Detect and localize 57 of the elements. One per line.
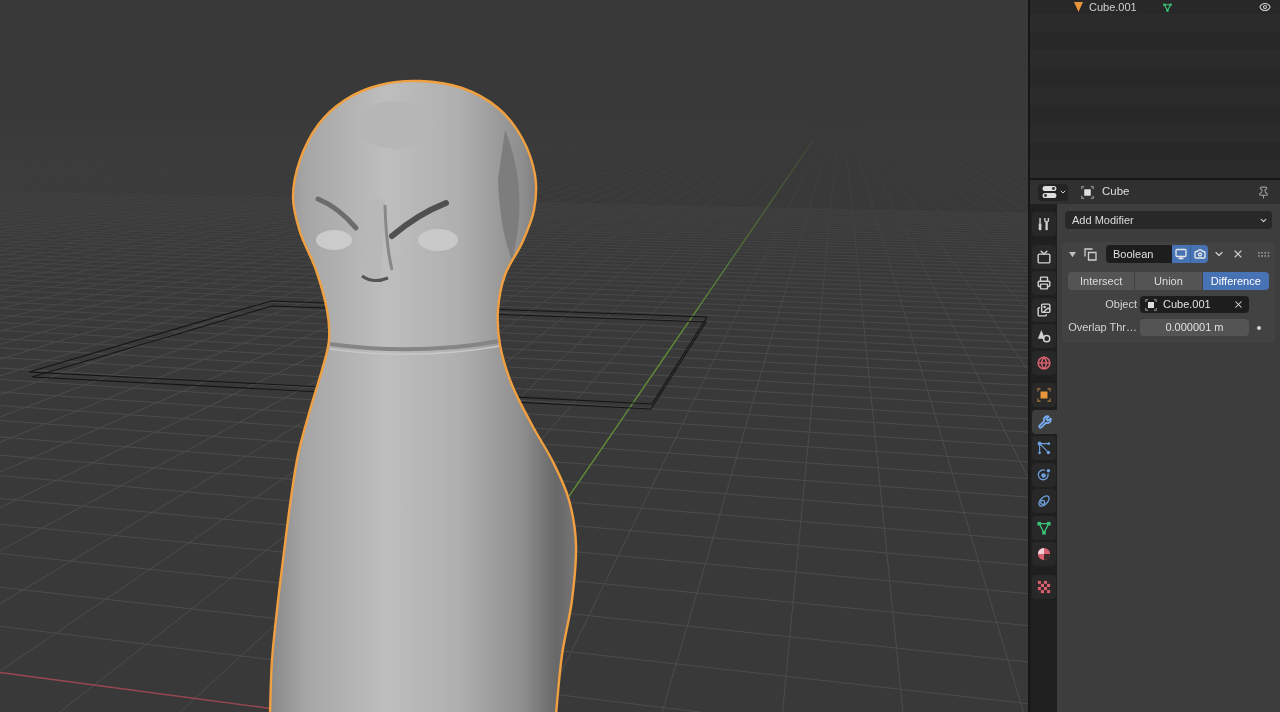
printer-icon xyxy=(1037,276,1051,290)
close-icon[interactable] xyxy=(1233,299,1244,310)
toggles-icon xyxy=(1042,186,1057,198)
properties-tab[interactable] xyxy=(1032,436,1056,460)
properties-tab[interactable] xyxy=(1032,271,1056,295)
operation-button[interactable]: Union xyxy=(1135,272,1202,290)
orbit-icon xyxy=(1037,467,1051,482)
triangle-icon xyxy=(1074,2,1083,12)
properties-tab[interactable] xyxy=(1032,542,1056,566)
nodes-icon xyxy=(1037,441,1051,455)
overlapping-squares-icon xyxy=(1084,247,1097,261)
add-modifier-dropdown[interactable]: Add Modifier xyxy=(1065,211,1272,229)
dot-icon[interactable] xyxy=(1257,325,1261,330)
drag-handle-icon[interactable] xyxy=(1258,251,1270,257)
number-field[interactable]: 0.000001 m xyxy=(1140,319,1249,336)
properties-tab[interactable] xyxy=(1032,324,1056,348)
properties-tab[interactable] xyxy=(1032,212,1056,236)
properties-tab[interactable] xyxy=(1032,574,1056,599)
images-icon xyxy=(1037,302,1051,317)
chevron-icon xyxy=(1059,188,1067,196)
modifier-name-field[interactable]: Boolean xyxy=(1106,245,1172,263)
object-name: Cube xyxy=(1102,184,1130,200)
wrench-icon xyxy=(1037,414,1052,429)
editor-type-button[interactable] xyxy=(1038,183,1068,201)
sphere-icon xyxy=(1037,547,1051,561)
square-icon xyxy=(1081,185,1094,199)
object-field[interactable]: Cube.001 xyxy=(1140,296,1249,313)
screwdriver-wrench-icon xyxy=(1037,217,1051,231)
properties-tab[interactable] xyxy=(1032,244,1056,269)
camera-icon xyxy=(1193,248,1206,260)
properties-tab[interactable] xyxy=(1032,515,1056,540)
checkerboard-icon xyxy=(1037,579,1051,594)
cone-sphere-icon xyxy=(1037,329,1051,343)
field-label: Object xyxy=(1104,297,1137,313)
triangle-vertices-icon xyxy=(1162,2,1172,12)
globe-icon xyxy=(1037,355,1051,370)
close-icon[interactable] xyxy=(1232,248,1244,260)
properties-tab[interactable] xyxy=(1032,297,1056,322)
operation-button[interactable]: Intersect xyxy=(1068,272,1135,290)
square-icon xyxy=(1145,298,1157,311)
properties-tab[interactable] xyxy=(1032,350,1056,375)
pin-icon[interactable] xyxy=(1257,185,1270,199)
eye-icon[interactable] xyxy=(1259,1,1271,13)
link-icon xyxy=(1037,494,1051,508)
monitor-icon xyxy=(1175,248,1187,260)
properties-tab[interactable] xyxy=(1032,383,1056,407)
square-icon xyxy=(1037,388,1051,402)
viewport-toggle[interactable] xyxy=(1172,245,1190,263)
tv-icon xyxy=(1037,249,1051,264)
properties-tab[interactable] xyxy=(1032,409,1057,434)
triangle-vertices-icon xyxy=(1037,520,1051,535)
operation-button[interactable]: Difference xyxy=(1202,272,1269,290)
field-label: Overlap Thr… xyxy=(1067,320,1137,336)
properties-tab[interactable] xyxy=(1032,489,1056,513)
render-toggle[interactable] xyxy=(1190,245,1208,263)
triangle-down-icon[interactable] xyxy=(1069,250,1076,258)
properties-tab[interactable] xyxy=(1032,462,1056,487)
